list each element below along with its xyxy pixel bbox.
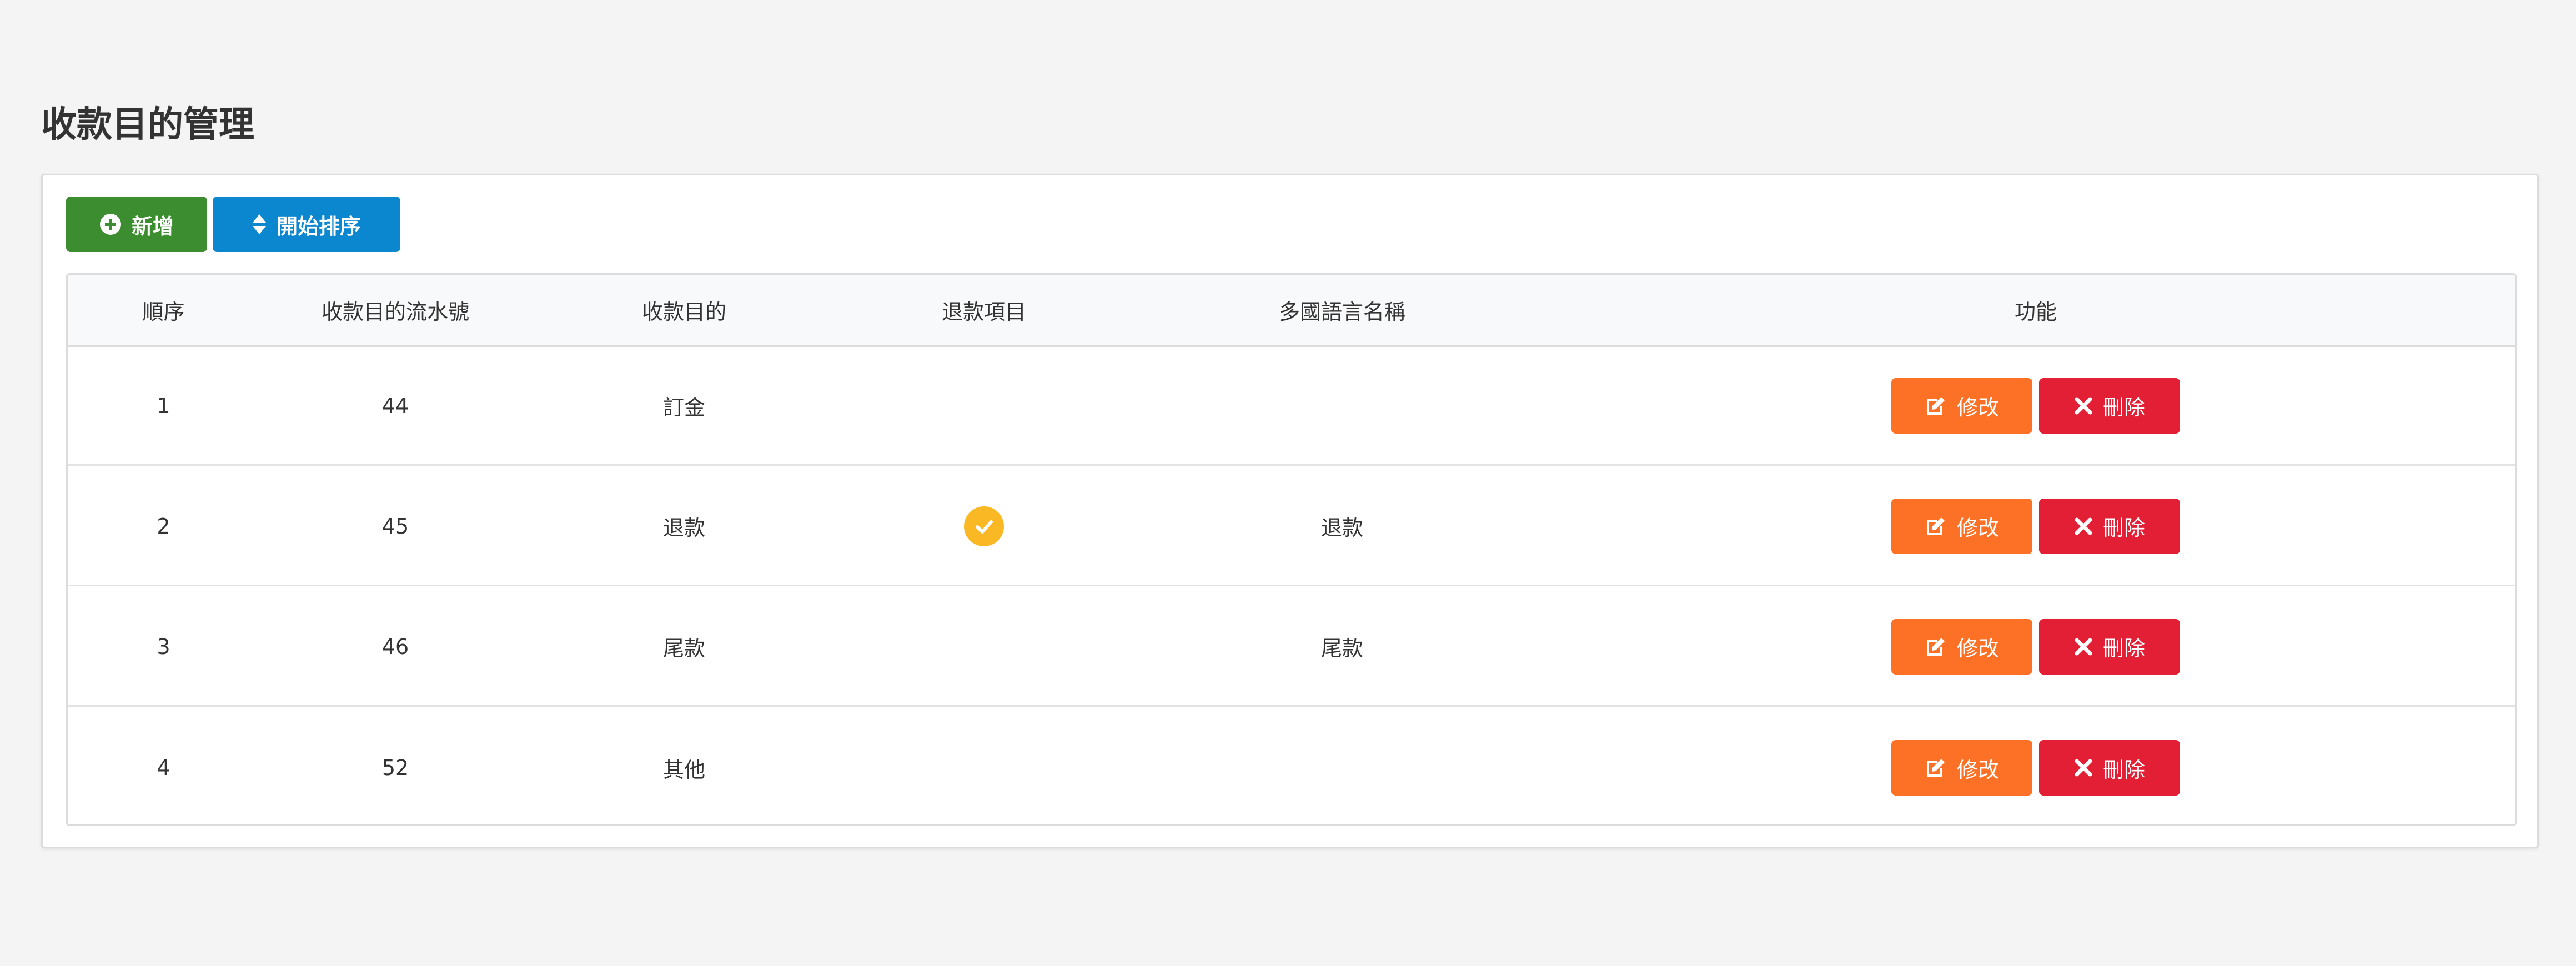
main-panel: 新增 開始排序 順序 收款目的流水號 收款目的 退款項目 多國語言名稱 功能 1… — [41, 174, 2539, 848]
row-serial: 44 — [381, 393, 409, 418]
edit-button-label: 修改 — [1956, 636, 1999, 661]
row-refund — [837, 347, 1131, 464]
table-row: 3 46 尾款 尾款 修改 刪除 — [68, 588, 2515, 707]
row-order: 2 — [157, 514, 170, 539]
table-header: 順序 收款目的流水號 收款目的 退款項目 多國語言名稱 功能 — [68, 275, 2515, 347]
edit-button-label: 修改 — [1956, 395, 1999, 420]
row-actions: 修改 刪除 — [1553, 708, 2515, 824]
header-actions: 功能 — [2014, 300, 2057, 324]
edit-icon — [1925, 515, 1947, 537]
delete-button[interactable]: 刪除 — [2039, 498, 2180, 554]
delete-button-label: 刪除 — [2102, 757, 2145, 782]
row-order: 1 — [157, 393, 170, 418]
delete-button[interactable]: 刪除 — [2039, 378, 2180, 434]
check-circle-icon — [964, 506, 1004, 546]
times-icon — [2074, 637, 2093, 656]
header-order: 順序 — [142, 300, 185, 324]
row-serial: 46 — [381, 634, 409, 659]
delete-button-label: 刪除 — [2102, 395, 2145, 420]
plus-circle-icon — [99, 213, 122, 235]
row-actions: 修改 刪除 — [1553, 588, 2515, 705]
row-serial: 45 — [381, 514, 409, 539]
header-purpose: 收款目的 — [641, 300, 726, 324]
delete-button[interactable]: 刪除 — [2039, 618, 2180, 675]
row-refund — [837, 588, 1131, 705]
row-i18n-name: 尾款 — [1320, 636, 1363, 661]
edit-button[interactable]: 修改 — [1891, 378, 2032, 434]
header-refund: 退款項目 — [941, 300, 1026, 324]
row-purpose: 其他 — [662, 757, 705, 782]
row-refund — [837, 708, 1131, 824]
add-button[interactable]: 新增 — [66, 197, 207, 252]
row-order: 3 — [157, 634, 170, 659]
edit-button-label: 修改 — [1956, 757, 1999, 782]
row-actions: 修改 刪除 — [1553, 467, 2515, 585]
edit-button[interactable]: 修改 — [1891, 618, 2032, 675]
times-icon — [2074, 396, 2093, 415]
times-icon — [2074, 758, 2093, 777]
row-serial: 52 — [381, 756, 409, 780]
table-row: 1 44 訂金 修改 刪除 — [68, 347, 2515, 466]
edit-button[interactable]: 修改 — [1891, 740, 2032, 796]
page-title: 收款目的管理 — [41, 104, 254, 145]
edit-icon — [1925, 636, 1947, 658]
sort-button-label: 開始排序 — [276, 214, 361, 239]
row-purpose: 訂金 — [662, 395, 705, 420]
row-refund — [837, 467, 1131, 585]
edit-icon — [1925, 757, 1947, 779]
row-i18n-name: 退款 — [1320, 516, 1363, 540]
edit-button-label: 修改 — [1956, 516, 1999, 540]
start-sort-button[interactable]: 開始排序 — [213, 197, 400, 252]
table-row: 2 45 退款 退款 修改 刪除 — [68, 467, 2515, 586]
toolbar: 新增 開始排序 — [66, 197, 400, 252]
row-i18n-name — [1131, 347, 1553, 464]
edit-icon — [1925, 395, 1947, 417]
delete-button[interactable]: 刪除 — [2039, 740, 2180, 796]
table-row: 4 52 其他 修改 刪除 — [68, 708, 2515, 824]
row-i18n-name — [1131, 708, 1553, 824]
purpose-table: 順序 收款目的流水號 收款目的 退款項目 多國語言名稱 功能 1 44 訂金 修… — [66, 273, 2517, 826]
edit-button[interactable]: 修改 — [1891, 498, 2032, 554]
times-icon — [2074, 517, 2093, 536]
row-order: 4 — [157, 756, 170, 780]
sort-icon — [252, 213, 267, 235]
header-serial: 收款目的流水號 — [321, 300, 469, 324]
delete-button-label: 刪除 — [2102, 516, 2145, 540]
row-purpose: 尾款 — [662, 636, 705, 661]
header-i18n-name: 多國語言名稱 — [1278, 300, 1405, 324]
row-actions: 修改 刪除 — [1553, 347, 2515, 464]
add-button-label: 新增 — [131, 214, 174, 239]
delete-button-label: 刪除 — [2102, 636, 2145, 661]
row-purpose: 退款 — [662, 516, 705, 540]
